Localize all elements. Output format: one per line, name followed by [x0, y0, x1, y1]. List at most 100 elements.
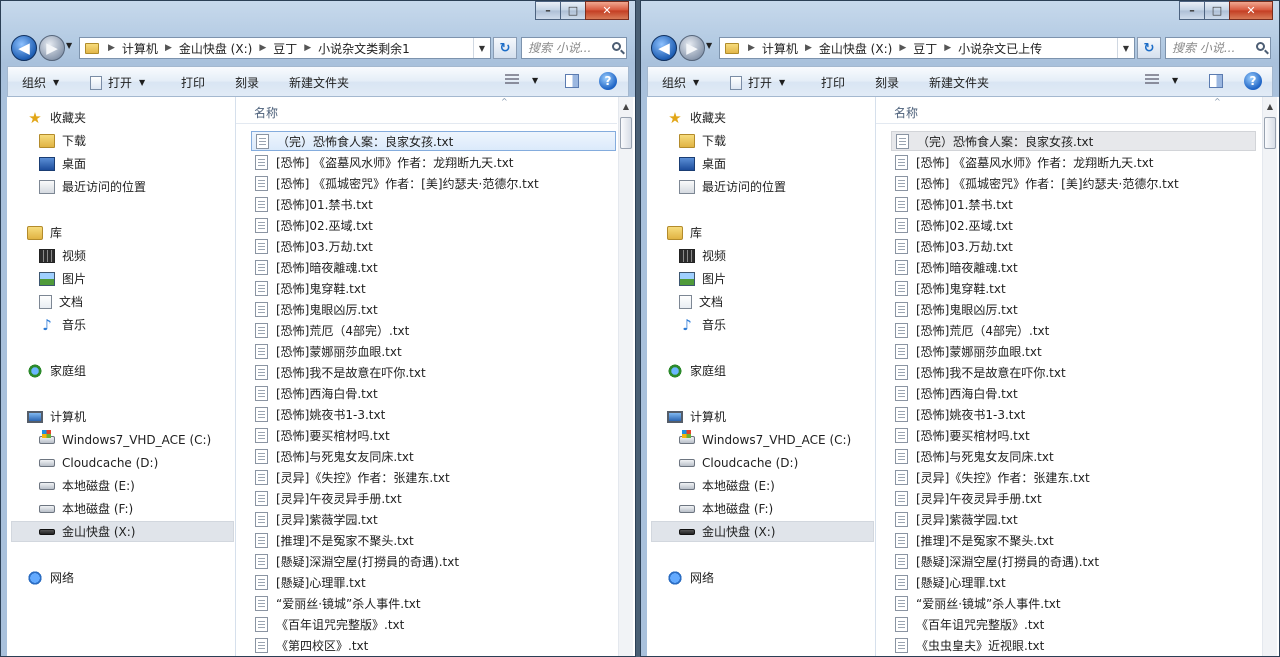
- nav-homegroup[interactable]: 家庭组: [27, 360, 86, 381]
- nav-documents[interactable]: 文档: [39, 291, 83, 312]
- file-row[interactable]: [灵异]午夜灵异手册.txt: [891, 488, 1256, 508]
- search-input[interactable]: [1170, 40, 1252, 56]
- file-row[interactable]: [恐怖]与死鬼女友同床.txt: [251, 446, 616, 466]
- nav-music[interactable]: ♪ 音乐: [39, 314, 86, 335]
- preview-pane-icon[interactable]: [1209, 74, 1223, 88]
- breadcrumb-current[interactable]: 小说杂文已上传: [956, 40, 1044, 57]
- file-row[interactable]: [灵异]午夜灵异手册.txt: [251, 488, 616, 508]
- new-folder-button[interactable]: 新建文件夹: [289, 74, 349, 91]
- minimize-button[interactable]: –: [1179, 1, 1205, 20]
- forward-arrow-icon[interactable]: ▶: [679, 35, 705, 61]
- file-row[interactable]: [懸疑]深淵空屋(打撈員的奇遇).txt: [251, 551, 616, 571]
- file-row[interactable]: 《百年诅咒完整版》.txt: [251, 614, 616, 634]
- file-row[interactable]: [恐怖]姚夜书1-3.txt: [891, 404, 1256, 424]
- burn-button[interactable]: 刻录: [235, 74, 259, 91]
- nav-network[interactable]: 网络: [27, 567, 74, 588]
- organize-button[interactable]: 组织 ▼: [22, 74, 59, 91]
- file-row[interactable]: [恐怖]鬼穿鞋.txt: [251, 278, 616, 298]
- address-bar[interactable]: ▶ 计算机 ▶ 金山快盘 (X:) ▶ 豆丁 ▶ 小说杂文类剩余1 ▼: [79, 37, 491, 59]
- nav-drive-d[interactable]: Cloudcache (D:): [39, 452, 158, 473]
- nav-pictures[interactable]: 图片: [39, 268, 86, 289]
- file-row[interactable]: [恐怖]暗夜離魂.txt: [891, 257, 1256, 277]
- file-row[interactable]: 《百年诅咒完整版》.txt: [891, 614, 1256, 634]
- nav-drive-e[interactable]: 本地磁盘 (E:): [39, 475, 135, 496]
- file-row[interactable]: [懸疑]深淵空屋(打撈員的奇遇).txt: [891, 551, 1256, 571]
- open-button[interactable]: 打开 ▼: [90, 74, 145, 91]
- scroll-up-icon[interactable]: ▲: [1262, 97, 1277, 115]
- column-header-name[interactable]: 名称 ^: [876, 97, 1261, 124]
- maximize-button[interactable]: □: [560, 1, 586, 20]
- refresh-icon[interactable]: ↻: [493, 37, 517, 59]
- breadcrumb-separator[interactable]: ▶: [894, 43, 911, 53]
- minimize-button[interactable]: –: [535, 1, 561, 20]
- file-row[interactable]: [灵异]《失控》作者：张建东.txt: [251, 467, 616, 487]
- file-row[interactable]: （完）恐怖食人案：良家女孩.txt: [251, 131, 616, 151]
- file-row[interactable]: [恐怖] 《盗墓风水师》作者：龙翔断九天.txt: [251, 152, 616, 172]
- print-button[interactable]: 打印: [181, 74, 205, 91]
- file-row[interactable]: [恐怖]鬼眼凶厉.txt: [891, 299, 1256, 319]
- file-row[interactable]: [恐怖]西海白骨.txt: [251, 383, 616, 403]
- breadcrumb-separator[interactable]: ▶: [939, 43, 956, 53]
- file-row[interactable]: [恐怖]01.禁书.txt: [251, 194, 616, 214]
- open-button[interactable]: 打开 ▼: [730, 74, 785, 91]
- breadcrumb-separator[interactable]: ▶: [254, 43, 271, 53]
- vertical-scrollbar[interactable]: [1262, 115, 1277, 656]
- nav-libraries[interactable]: 库: [27, 222, 62, 243]
- nav-drive-f[interactable]: 本地磁盘 (F:): [679, 498, 773, 519]
- maximize-button[interactable]: □: [1204, 1, 1230, 20]
- breadcrumb-separator[interactable]: ▶: [743, 43, 760, 53]
- file-row[interactable]: （完）恐怖食人案：良家女孩.txt: [891, 131, 1256, 151]
- nav-computer[interactable]: 计算机: [27, 406, 86, 427]
- nav-music[interactable]: ♪ 音乐: [679, 314, 726, 335]
- nav-computer[interactable]: 计算机: [667, 406, 726, 427]
- nav-pictures[interactable]: 图片: [679, 268, 726, 289]
- new-folder-button[interactable]: 新建文件夹: [929, 74, 989, 91]
- nav-drive-c[interactable]: Windows7_VHD_ACE (C:): [39, 429, 211, 450]
- refresh-icon[interactable]: ↻: [1137, 37, 1161, 59]
- nav-recent[interactable]: 最近访问的位置: [679, 176, 786, 197]
- file-row[interactable]: [恐怖]蒙娜丽莎血眼.txt: [251, 341, 616, 361]
- file-row[interactable]: [恐怖]03.万劫.txt: [891, 236, 1256, 256]
- back-arrow-icon[interactable]: ◀: [651, 35, 677, 61]
- file-row[interactable]: [推理]不是冤家不聚头.txt: [251, 530, 616, 550]
- breadcrumb-folder[interactable]: 豆丁: [271, 40, 299, 57]
- search-box[interactable]: [1165, 37, 1271, 59]
- file-row[interactable]: [恐怖]荒厄（4部完）.txt: [251, 320, 616, 340]
- breadcrumb-computer[interactable]: 计算机: [120, 40, 160, 57]
- nav-drive-d[interactable]: Cloudcache (D:): [679, 452, 798, 473]
- print-button[interactable]: 打印: [821, 74, 845, 91]
- file-row[interactable]: [灵异]紫薇学园.txt: [251, 509, 616, 529]
- file-row[interactable]: [灵异]紫薇学园.txt: [891, 509, 1256, 529]
- vertical-scrollbar[interactable]: [618, 115, 633, 656]
- burn-button[interactable]: 刻录: [875, 74, 899, 91]
- file-row[interactable]: [恐怖]鬼眼凶厉.txt: [251, 299, 616, 319]
- nav-downloads[interactable]: 下载: [39, 130, 86, 151]
- nav-drive-x[interactable]: 金山快盘 (X:): [651, 521, 874, 542]
- file-row[interactable]: [恐怖]02.巫域.txt: [251, 215, 616, 235]
- nav-favorites[interactable]: ★ 收藏夹: [27, 107, 86, 128]
- file-row[interactable]: [懸疑]心理罪.txt: [891, 572, 1256, 592]
- file-row[interactable]: [推理]不是冤家不聚头.txt: [891, 530, 1256, 550]
- file-row[interactable]: [恐怖]与死鬼女友同床.txt: [891, 446, 1256, 466]
- file-row[interactable]: [恐怖]03.万劫.txt: [251, 236, 616, 256]
- column-header-name[interactable]: 名称 ^: [236, 97, 617, 124]
- recent-pages-dropdown[interactable]: ▼: [66, 41, 72, 50]
- help-icon[interactable]: ?: [599, 72, 617, 90]
- breadcrumb-drive[interactable]: 金山快盘 (X:): [177, 40, 254, 57]
- nav-network[interactable]: 网络: [667, 567, 714, 588]
- forward-arrow-icon[interactable]: ▶: [39, 35, 65, 61]
- file-row[interactable]: “爱丽丝·镜城”杀人事件.txt: [251, 593, 616, 613]
- breadcrumb-folder[interactable]: 豆丁: [911, 40, 939, 57]
- nav-videos[interactable]: 视频: [679, 245, 726, 266]
- file-row[interactable]: “爱丽丝·镜城”杀人事件.txt: [891, 593, 1256, 613]
- file-row[interactable]: [恐怖] 《孤城密咒》作者：[美]约瑟夫·范德尔.txt: [251, 173, 616, 193]
- nav-drive-c[interactable]: Windows7_VHD_ACE (C:): [679, 429, 851, 450]
- file-row[interactable]: [恐怖]西海白骨.txt: [891, 383, 1256, 403]
- breadcrumb-separator[interactable]: ▶: [103, 43, 120, 53]
- nav-documents[interactable]: 文档: [679, 291, 723, 312]
- organize-button[interactable]: 组织 ▼: [662, 74, 699, 91]
- view-options-button[interactable]: ▼: [505, 74, 538, 86]
- breadcrumb-separator[interactable]: ▶: [160, 43, 177, 53]
- file-row[interactable]: [恐怖]我不是故意在吓你.txt: [251, 362, 616, 382]
- breadcrumb-computer[interactable]: 计算机: [760, 40, 800, 57]
